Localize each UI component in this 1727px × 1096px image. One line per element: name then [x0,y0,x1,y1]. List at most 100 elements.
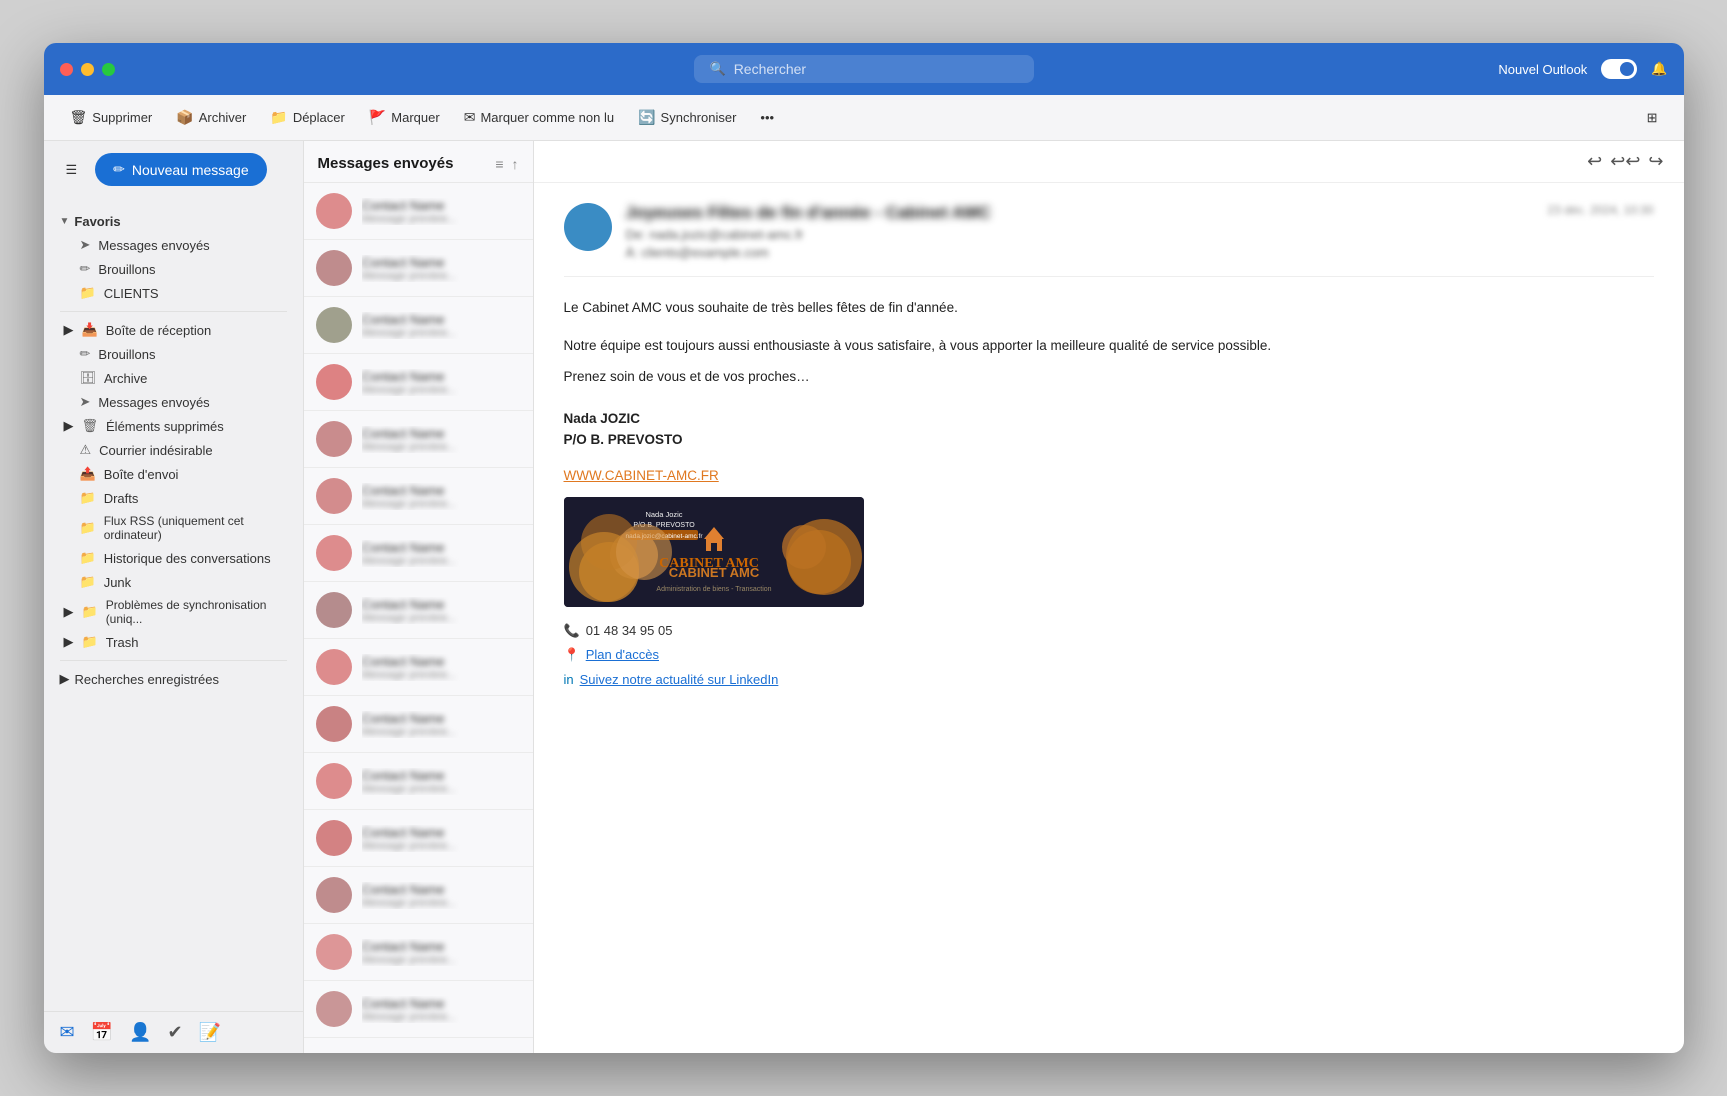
sidebar-item-label: Problèmes de synchronisation (uniq... [106,598,283,626]
sidebar-item-archive[interactable]: 🗄 Archive [48,366,299,390]
list-item[interactable]: Contact Name Message preview... [304,867,533,924]
supprimer-button[interactable]: 🗑 Supprimer [60,104,163,131]
message-preview: Message preview... [362,840,521,852]
sidebar-item-messages-envoyes-fav[interactable]: ➤ Messages envoyés [48,233,299,257]
plan-acces-link[interactable]: Plan d'accès [586,645,659,666]
favoris-section[interactable]: ▼ Favoris [44,210,303,233]
sidebar-item-junk[interactable]: 📁 Junk [48,570,299,594]
sidebar-item-label: Historique des conversations [104,551,271,566]
calendar-nav-icon[interactable]: 📅 [91,1022,113,1043]
website-link[interactable]: WWW.CABINET-AMC.FR [564,465,1654,487]
sidebar-item-problemes-sync[interactable]: ▶ 📁 Problèmes de synchronisation (uniq..… [48,594,299,630]
list-item[interactable]: Contact Name Message preview... [304,924,533,981]
svg-text:P/O B. PREVOSTO: P/O B. PREVOSTO [633,522,695,529]
deplacer-button[interactable]: 📁 Déplacer [260,104,354,131]
sidebar-item-brouillons[interactable]: ✏ Brouillons [48,342,299,366]
email-detail-content: Joyeuses Fêtes de fin d'année - Cabinet … [534,183,1684,1053]
filter-icon[interactable]: ≡ [495,156,503,172]
list-item[interactable]: Contact Name Message preview... [304,411,533,468]
sidebar-item-drafts[interactable]: 📁 Drafts [48,486,299,510]
flag-icon: 🚩 [369,109,386,126]
sidebar-item-historique[interactable]: 📁 Historique des conversations [48,546,299,570]
sidebar-item-brouillons-fav[interactable]: ✏ Brouillons [48,257,299,281]
sidebar-item-label: Brouillons [98,347,155,362]
maximize-button[interactable] [102,63,115,76]
sidebar-item-flux-rss[interactable]: 📁 Flux RSS (uniquement cet ordinateur) [48,510,299,546]
sidebar-item-messages-envoyes[interactable]: ➤ Messages envoyés [48,390,299,414]
list-item[interactable]: Contact Name Message preview... [304,468,533,525]
new-message-button[interactable]: ✏ Nouveau message [95,153,266,186]
marquer-non-lu-button[interactable]: ✉ Marquer comme non lu [454,104,624,131]
trash-chevron: ▶ [64,634,74,650]
message-item-content: Contact Name Message preview... [362,939,521,966]
list-item[interactable]: Contact Name Message preview... [304,639,533,696]
sidebar-item-label: Brouillons [98,262,155,277]
sidebar-item-courrier-indesirable[interactable]: ⚠ Courrier indésirable [48,438,299,462]
message-item-content: Contact Name Message preview... [362,825,521,852]
sidebar-item-clients[interactable]: 📁 CLIENTS [48,281,299,305]
draft-icon: ✏ [80,346,91,362]
list-item[interactable]: Contact Name Message preview... [304,525,533,582]
avatar [316,364,352,400]
list-item[interactable]: Contact Name Message preview... [304,582,533,639]
sidebar-item-boite-reception[interactable]: ▶ 📥 Boîte de réception [48,318,299,342]
people-nav-icon[interactable]: 👤 [129,1022,151,1043]
sender-name: Contact Name [362,996,521,1011]
list-item[interactable]: Contact Name Message preview... [304,981,533,1038]
marquer-button[interactable]: 🚩 Marquer [359,104,450,131]
message-preview: Message preview... [362,384,521,396]
avatar [316,877,352,913]
list-item[interactable]: Contact Name Message preview... [304,696,533,753]
close-button[interactable] [60,63,73,76]
reply-button[interactable]: ↩ [1587,151,1602,172]
sidebar-item-label: Drafts [104,491,139,506]
outlook-toggle[interactable] [1601,59,1637,79]
email-body: Le Cabinet AMC vous souhaite de très bel… [564,297,1654,691]
sidebar-divider2 [60,660,287,661]
email-header: Joyeuses Fêtes de fin d'année - Cabinet … [564,203,1654,277]
linkedin-link[interactable]: Suivez notre actualité sur LinkedIn [580,670,779,691]
list-item[interactable]: Contact Name Message preview... [304,354,533,411]
notification-icon[interactable]: 🔔 [1651,61,1667,77]
trash-icon: 🗑 [82,418,99,434]
sidebar-item-trash[interactable]: ▶ 📁 Trash [48,630,299,654]
sent-icon: ➤ [80,237,91,253]
deplacer-label: Déplacer [293,110,345,125]
archiver-button[interactable]: 📦 Archiver [166,104,256,131]
email-detail-toolbar: ↩ ↩↩ ↪ [534,141,1684,183]
message-preview: Message preview... [362,783,521,795]
list-item[interactable]: Contact Name Message preview... [304,810,533,867]
linkedin-icon: in [564,670,574,691]
minimize-button[interactable] [81,63,94,76]
folder-icon: 📁 [80,285,96,301]
email-to: À: clients@example.com [626,245,1534,260]
search-bar[interactable]: 🔍 [694,55,1034,83]
avatar [316,763,352,799]
sidebar-item-boite-envoi[interactable]: 📤 Boîte d'envoi [48,462,299,486]
mail-nav-icon[interactable]: ✉ [60,1022,75,1043]
list-item[interactable]: Contact Name Message preview... [304,297,533,354]
search-input[interactable] [734,61,1018,77]
layout-button[interactable]: ⊞ [1637,105,1668,131]
reply-all-button[interactable]: ↩↩ [1610,151,1640,172]
more-button[interactable]: ••• [750,105,784,130]
message-preview: Message preview... [362,498,521,510]
list-item[interactable]: Contact Name Message preview... [304,753,533,810]
sort-icon[interactable]: ↑ [512,156,519,172]
list-item[interactable]: Contact Name Message preview... [304,183,533,240]
forward-button[interactable]: ↪ [1648,151,1663,172]
recherches-section[interactable]: ▶ Recherches enregistrées [44,667,303,691]
message-preview: Message preview... [362,1011,521,1023]
sidebar-top: ☰ ✏ Nouveau message [44,141,303,206]
avatar [316,193,352,229]
email-meta: Joyeuses Fêtes de fin d'année - Cabinet … [626,203,1534,260]
message-item-content: Contact Name Message preview... [362,369,521,396]
list-item[interactable]: Contact Name Message preview... [304,240,533,297]
message-preview: Message preview... [362,726,521,738]
message-preview: Message preview... [362,669,521,681]
notes-nav-icon[interactable]: 📝 [199,1022,221,1043]
synchroniser-button[interactable]: 🔄 Synchroniser [628,104,746,131]
sidebar-menu-button[interactable]: ☰ [60,158,84,182]
tasks-nav-icon[interactable]: ✔ [167,1022,182,1043]
sidebar-item-elements-supprimes[interactable]: ▶ 🗑 Éléments supprimés [48,414,299,438]
